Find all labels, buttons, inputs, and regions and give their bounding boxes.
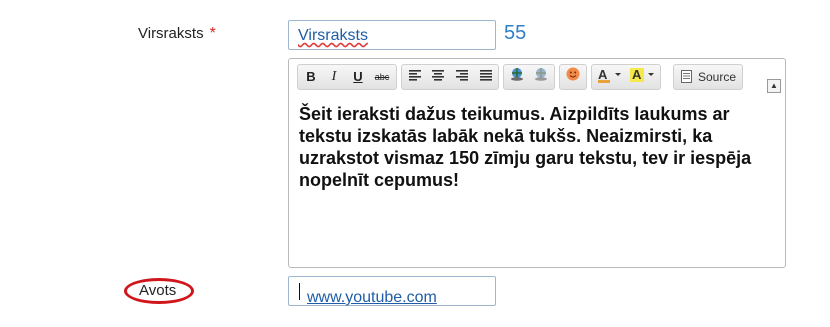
char-counter: 55 — [504, 22, 527, 44]
unlink-button[interactable] — [531, 67, 551, 87]
align-group — [401, 64, 499, 90]
align-right-icon — [456, 70, 468, 81]
triangle-up-icon: ▲ — [770, 81, 778, 90]
background-color-button[interactable]: A — [628, 67, 658, 87]
collapse-toolbar-button[interactable]: ▲ — [767, 79, 781, 93]
format-group: B I U abc — [297, 64, 397, 90]
bold-button[interactable]: B — [301, 67, 321, 87]
align-right-button[interactable] — [452, 67, 472, 87]
title-label: Virsraksts * — [138, 25, 216, 43]
strikethrough-button[interactable]: abc — [372, 67, 392, 87]
source-icon — [681, 70, 692, 83]
editor-toolbar: B I U abc A A Source ▲ — [289, 59, 785, 95]
title-input[interactable]: Virsraksts — [288, 20, 496, 50]
link-group — [503, 64, 555, 90]
source-label: Source — [698, 70, 737, 84]
text-caret — [299, 283, 300, 300]
align-center-button[interactable] — [428, 67, 448, 87]
text-color-icon: A — [598, 67, 621, 83]
source-label-text: Avots — [139, 282, 177, 299]
source-button[interactable]: Source — [674, 65, 744, 89]
align-justify-icon — [480, 70, 492, 81]
title-input-value: Virsraksts — [298, 27, 368, 44]
background-color-icon: A — [630, 67, 654, 82]
color-group: A A — [591, 64, 661, 90]
source-url-text: www.youtube.com — [307, 289, 437, 306]
align-left-icon — [409, 70, 421, 81]
source-url-value: www.youtube.com — [298, 283, 437, 306]
link-button[interactable] — [507, 67, 527, 87]
smiley-group — [559, 64, 587, 90]
source-group: Source — [673, 64, 743, 90]
title-label-text: Virsraksts — [138, 25, 204, 42]
unlink-icon — [535, 68, 547, 81]
link-icon — [511, 68, 523, 81]
required-asterisk: * — [209, 25, 216, 42]
align-justify-button[interactable] — [476, 67, 496, 87]
align-left-button[interactable] — [405, 67, 425, 87]
underline-button[interactable]: U — [348, 67, 368, 87]
italic-button[interactable]: I — [324, 67, 344, 87]
align-center-icon — [432, 70, 444, 81]
smiley-button[interactable] — [563, 67, 583, 87]
editor-content[interactable]: Šeit ieraksti dažus teikumus. Aizpildīts… — [299, 103, 769, 191]
source-url-input[interactable]: www.youtube.com — [288, 276, 496, 306]
smiley-icon — [566, 67, 580, 81]
svg-text:A: A — [598, 67, 608, 82]
rich-text-editor[interactable]: B I U abc A A Source ▲ Šeit ieraksti daž… — [288, 58, 786, 268]
text-color-button[interactable]: A — [595, 67, 625, 87]
svg-text:A: A — [632, 67, 642, 82]
